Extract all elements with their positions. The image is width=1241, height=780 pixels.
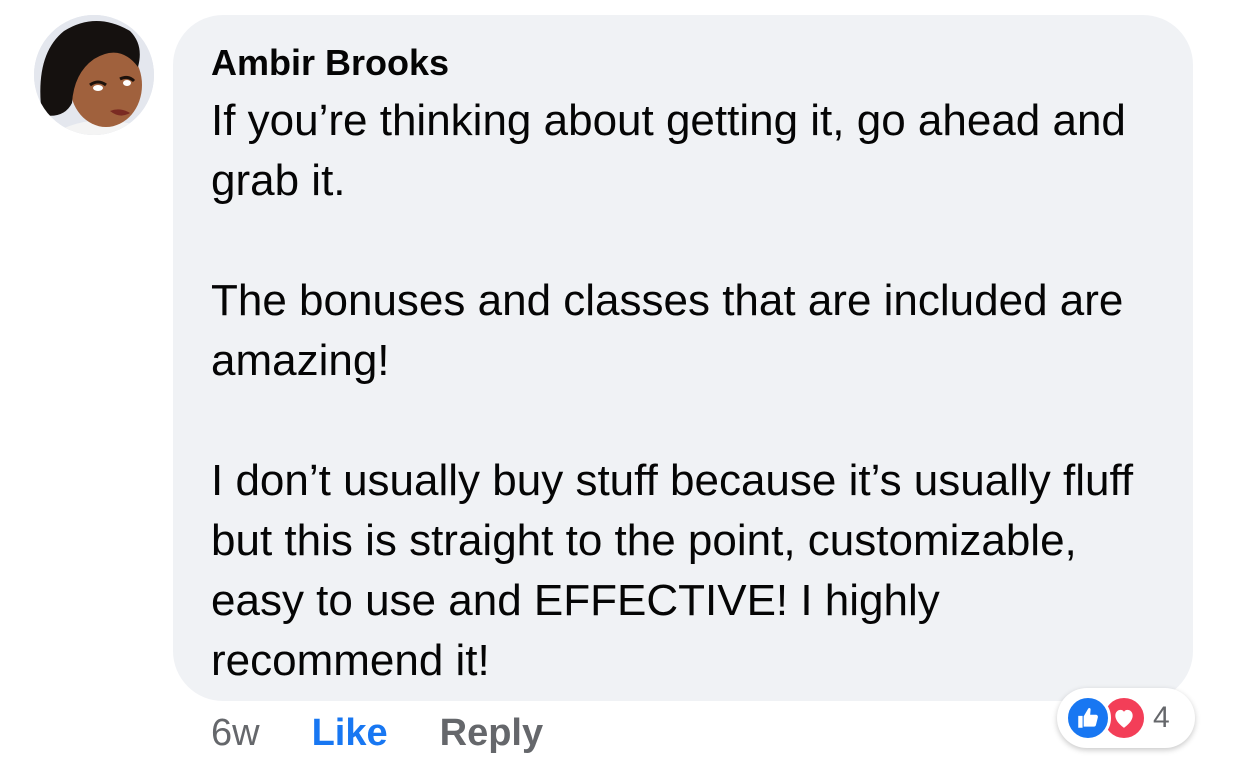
comment-paragraph: If you’re thinking about getting it, go … xyxy=(211,96,1126,205)
reaction-count: 4 xyxy=(1153,701,1170,734)
like-button[interactable]: Like xyxy=(312,712,388,755)
comment-paragraph: The bonuses and classes that are include… xyxy=(211,276,1124,385)
comment-timestamp[interactable]: 6w xyxy=(211,712,260,755)
reactions-summary[interactable]: 4 xyxy=(1057,688,1195,748)
reply-button[interactable]: Reply xyxy=(440,712,543,755)
comment-author[interactable]: Ambir Brooks xyxy=(211,41,1163,85)
comment-actions: 6w Like Reply xyxy=(211,708,543,758)
comment-bubble: Ambir Brooks If you’re thinking about ge… xyxy=(173,15,1193,701)
comment-paragraph: I don’t usually buy stuff because it’s u… xyxy=(211,456,1134,685)
like-icon xyxy=(1065,695,1111,741)
avatar[interactable] xyxy=(34,15,154,135)
